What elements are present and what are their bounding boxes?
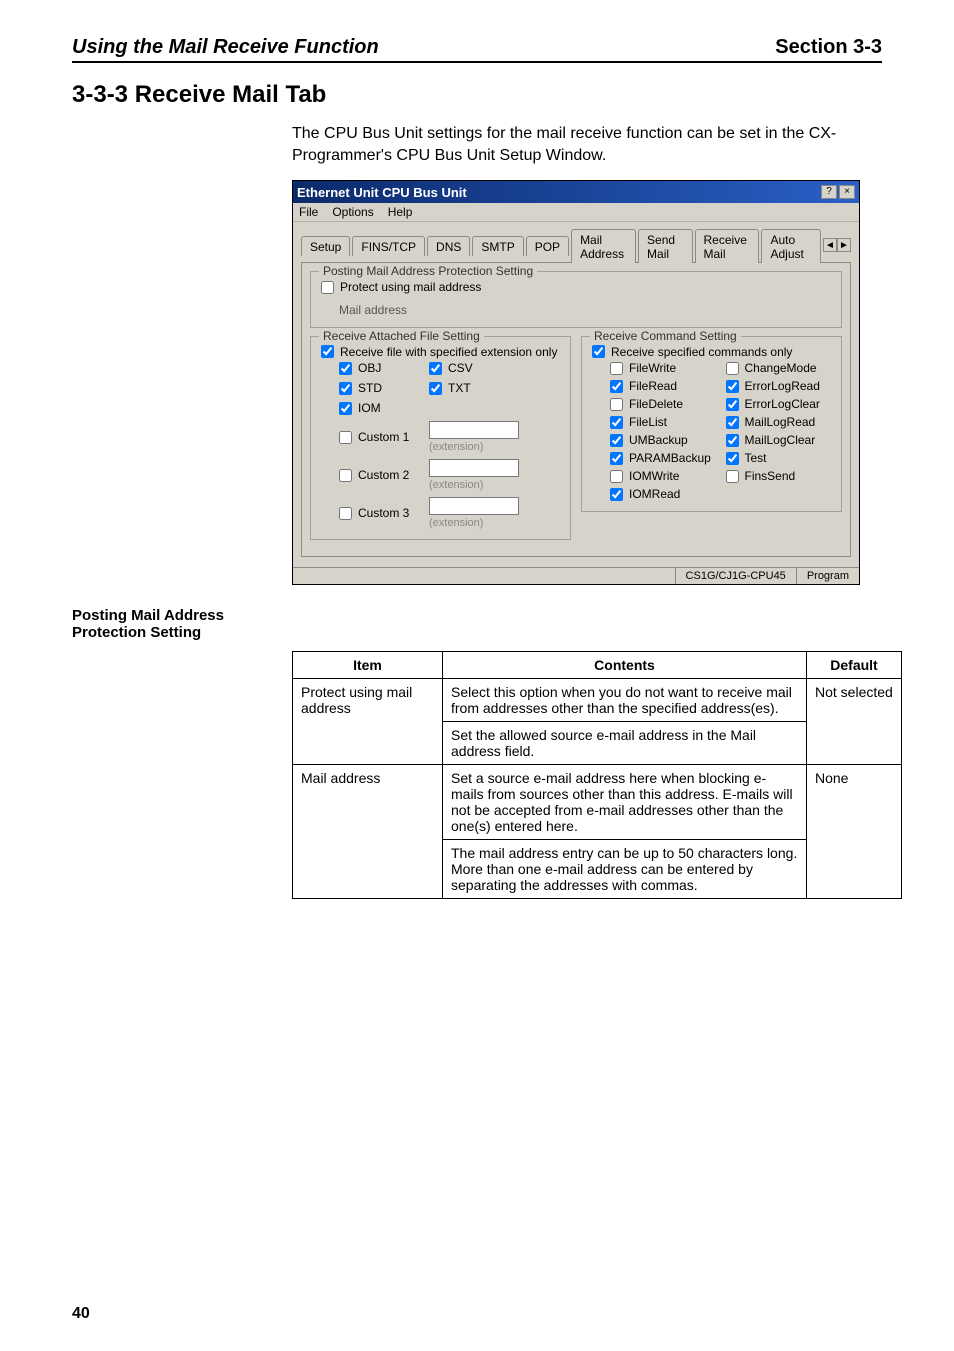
receive-ext-only-checkbox[interactable]: Receive file with specified extension on… — [321, 345, 557, 359]
ext-txt[interactable]: TXT — [429, 381, 539, 395]
protect-checkbox-input[interactable] — [321, 281, 334, 294]
table-row: Protect using mail address Select this o… — [293, 679, 902, 722]
tab-setup[interactable]: Setup — [301, 236, 350, 256]
row2-item: Mail address — [293, 765, 443, 899]
status-mode: Program — [796, 568, 859, 584]
row1-def: Not selected — [807, 679, 902, 765]
receive-command-group: Receive Command Setting Receive specifie… — [581, 336, 842, 513]
tab-auto-adjust[interactable]: Auto Adjust — [761, 229, 821, 263]
row1-c1: Select this option when you do not want … — [443, 679, 807, 722]
table-row: Mail address Set a source e-mail address… — [293, 765, 902, 840]
ext-csv[interactable]: CSV — [429, 361, 539, 375]
receive-cmd-only-checkbox[interactable]: Receive specified commands only — [592, 345, 792, 359]
cmd-maillogclear[interactable]: MailLogClear — [726, 433, 832, 447]
ext-custom2[interactable]: Custom 2 — [339, 468, 419, 482]
row1-c2: Set the allowed source e-mail address in… — [443, 722, 807, 765]
cmd-iomwrite[interactable]: IOMWrite — [610, 469, 716, 483]
menu-bar: File Options Help — [293, 203, 859, 222]
cmd-test[interactable]: Test — [726, 451, 832, 465]
status-bar: CS1G/CJ1G-CPU45 Program — [293, 567, 859, 584]
tab-receive-mail[interactable]: Receive Mail — [695, 229, 760, 263]
dialog-title: Ethernet Unit CPU Bus Unit — [297, 185, 467, 200]
page-header: Using the Mail Receive Function Section … — [72, 36, 882, 63]
attached-file-legend: Receive Attached File Setting — [319, 329, 484, 343]
section-title: 3-3-3 Receive Mail Tab — [72, 81, 882, 109]
ext-custom1[interactable]: Custom 1 — [339, 430, 419, 444]
cmd-fileread[interactable]: FileRead — [610, 379, 716, 393]
tab-smtp[interactable]: SMTP — [472, 236, 523, 256]
status-model: CS1G/CJ1G-CPU45 — [675, 568, 796, 584]
posting-protection-subhead: Posting Mail Address Protection Setting — [72, 607, 272, 641]
dialog-titlebar: Ethernet Unit CPU Bus Unit ? × — [293, 181, 859, 203]
cmd-umbackup[interactable]: UMBackup — [610, 433, 716, 447]
protect-checkbox-label: Protect using mail address — [340, 280, 481, 294]
menu-options[interactable]: Options — [332, 205, 373, 219]
cmd-iomread[interactable]: IOMRead — [610, 487, 716, 501]
receive-cmd-only-input[interactable] — [592, 345, 605, 358]
tab-scroll-right-icon[interactable]: ► — [837, 238, 851, 252]
row2-c1: Set a source e-mail address here when bl… — [443, 765, 807, 840]
receive-ext-only-input[interactable] — [321, 345, 334, 358]
cmd-errorlogclear[interactable]: ErrorLogClear — [726, 397, 832, 411]
cmd-filewrite[interactable]: FileWrite — [610, 361, 716, 375]
th-default: Default — [807, 652, 902, 679]
ext-custom3-input[interactable] — [429, 497, 519, 515]
cmd-errorlogread[interactable]: ErrorLogRead — [726, 379, 832, 393]
row1-item: Protect using mail address — [293, 679, 443, 765]
receive-cmd-only-label: Receive specified commands only — [611, 345, 792, 359]
tab-fins-tcp[interactable]: FINS/TCP — [352, 236, 425, 256]
mail-address-label: Mail address — [339, 303, 831, 317]
cmd-filedelete[interactable]: FileDelete — [610, 397, 716, 411]
row2-c2: The mail address entry can be up to 50 c… — [443, 840, 807, 899]
menu-help[interactable]: Help — [388, 205, 413, 219]
posting-protection-group: Posting Mail Address Protection Setting … — [310, 271, 842, 328]
tab-dns[interactable]: DNS — [427, 236, 470, 256]
ext-obj[interactable]: OBJ — [339, 361, 419, 375]
header-right: Section 3-3 — [775, 36, 882, 59]
menu-file[interactable]: File — [299, 205, 318, 219]
posting-protection-legend: Posting Mail Address Protection Setting — [319, 264, 537, 278]
cmd-changemode[interactable]: ChangeMode — [726, 361, 832, 375]
row2-def: None — [807, 765, 902, 899]
intro-text: The CPU Bus Unit settings for the mail r… — [292, 123, 882, 166]
setup-screenshot: Ethernet Unit CPU Bus Unit ? × File Opti… — [292, 180, 882, 585]
tab-send-mail[interactable]: Send Mail — [638, 229, 692, 263]
close-icon[interactable]: × — [839, 185, 855, 199]
ext-custom2-input[interactable] — [429, 459, 519, 477]
ext-custom3[interactable]: Custom 3 — [339, 506, 419, 520]
cmd-parambackup[interactable]: PARAMBackup — [610, 451, 716, 465]
tab-panel-receive-mail: Posting Mail Address Protection Setting … — [301, 263, 851, 557]
th-contents: Contents — [443, 652, 807, 679]
ext-custom1-input[interactable] — [429, 421, 519, 439]
cmd-finssend[interactable]: FinsSend — [726, 469, 832, 483]
receive-ext-only-label: Receive file with specified extension on… — [340, 345, 557, 359]
tab-scroll-left-icon[interactable]: ◄ — [823, 238, 837, 252]
cmd-maillogread[interactable]: MailLogRead — [726, 415, 832, 429]
receive-command-legend: Receive Command Setting — [590, 329, 741, 343]
ethernet-unit-dialog: Ethernet Unit CPU Bus Unit ? × File Opti… — [292, 180, 860, 585]
th-item: Item — [293, 652, 443, 679]
help-icon[interactable]: ? — [821, 185, 837, 199]
settings-table: Item Contents Default Protect using mail… — [292, 651, 902, 899]
protect-checkbox[interactable]: Protect using mail address — [321, 280, 481, 294]
ext-iom[interactable]: IOM — [339, 401, 419, 415]
page-number: 40 — [72, 1305, 90, 1323]
attached-file-group: Receive Attached File Setting Receive fi… — [310, 336, 571, 541]
tab-pop[interactable]: POP — [526, 236, 569, 256]
cmd-filelist[interactable]: FileList — [610, 415, 716, 429]
tab-mail-address[interactable]: Mail Address — [571, 229, 636, 263]
tabs: Setup FINS/TCP DNS SMTP POP Mail Address… — [301, 228, 851, 263]
header-left: Using the Mail Receive Function — [72, 36, 379, 59]
ext-std[interactable]: STD — [339, 381, 419, 395]
